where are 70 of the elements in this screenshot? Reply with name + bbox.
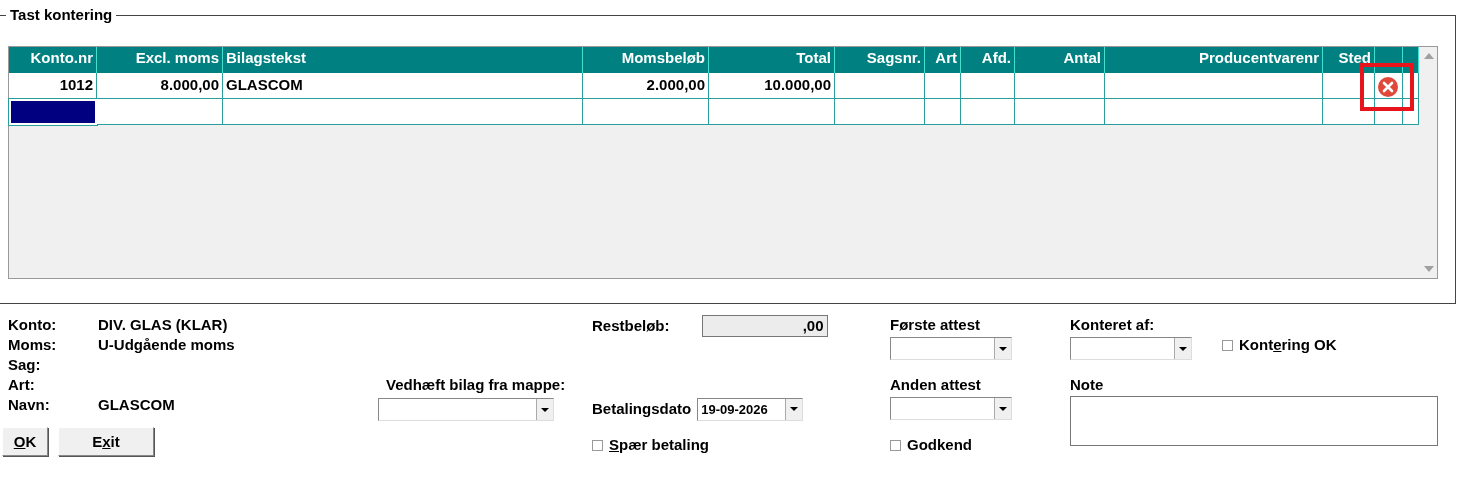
checkbox[interactable] (890, 439, 901, 451)
table-cell[interactable]: GLASCOM (223, 73, 583, 99)
table-cell[interactable] (835, 99, 925, 125)
checkbox-label[interactable]: Godkend (907, 436, 972, 454)
table-cell[interactable]: 10.000,00 (709, 73, 835, 99)
field-label: Betalingsdato (592, 400, 692, 418)
field-label: Konto: (8, 316, 58, 335)
caret-icon (1179, 346, 1187, 351)
table-cell[interactable] (583, 99, 709, 125)
field-label: Art: (8, 376, 36, 395)
user-dropdown[interactable] (1070, 337, 1192, 360)
exit-button[interactable]: Exit (58, 427, 154, 456)
field-label: Konteret af: (1070, 316, 1156, 335)
table-cell[interactable] (961, 73, 1015, 99)
table-cell[interactable] (1015, 99, 1105, 125)
column-header[interactable]: Momsbeløb (583, 47, 709, 73)
field-value: GLASCOM (98, 396, 176, 415)
attest-dropdown[interactable] (890, 397, 1012, 420)
table-cell[interactable] (709, 99, 835, 125)
table-cell[interactable] (925, 73, 961, 99)
checkbox-label[interactable]: Kontering OK (1239, 336, 1337, 354)
table-cell[interactable] (97, 99, 223, 125)
checkbox[interactable] (592, 439, 603, 451)
scroll-up-icon[interactable] (1424, 53, 1434, 59)
field-label: Moms: (8, 336, 58, 355)
table-cell[interactable] (1323, 73, 1375, 99)
field-value: U-Udgående moms (98, 336, 236, 355)
table-cell[interactable]: 2.000,00 (583, 73, 709, 99)
attest-dropdown[interactable] (890, 337, 1012, 360)
field-label: Sag: (8, 356, 42, 375)
column-header[interactable]: Excl. moms (97, 47, 223, 73)
table-cell[interactable] (925, 99, 961, 125)
note-field[interactable] (1070, 396, 1438, 446)
field-label: Anden attest (890, 376, 982, 395)
table-cell[interactable] (223, 99, 583, 125)
amount-field[interactable]: ,00 (701, 315, 828, 337)
field-label: Første attest (890, 316, 982, 335)
column-header[interactable]: Antal (1015, 47, 1105, 73)
caret-icon (999, 346, 1007, 351)
column-header[interactable]: Bilagstekst (223, 47, 583, 73)
checkbox-label[interactable]: Spær betaling (609, 436, 710, 454)
table-cell[interactable] (961, 99, 1015, 125)
ok-button[interactable]: OK (2, 427, 48, 456)
caret-icon (790, 407, 799, 411)
column-header[interactable]: Sted (1323, 47, 1375, 73)
caret-icon (999, 406, 1007, 411)
field-value: DIV. GLAS (KLAR) (98, 316, 229, 335)
table-cell[interactable] (1105, 73, 1323, 99)
checkbox[interactable] (1222, 339, 1233, 351)
folder-dropdown[interactable] (378, 398, 554, 421)
table-cell[interactable]: 8.000,00 (97, 73, 223, 99)
table-cell[interactable] (1105, 99, 1323, 125)
table-cell[interactable] (1323, 99, 1375, 125)
table-cell[interactable]: 1012 (9, 73, 97, 99)
scroll-down-icon[interactable] (1424, 266, 1434, 272)
column-header[interactable]: Art (925, 47, 961, 73)
date-dropdown[interactable]: 19-09-2026 (697, 397, 804, 421)
column-header[interactable]: Konto.nr (9, 47, 97, 73)
field-label: Vedhæft bilag fra mappe: (386, 376, 567, 395)
field-label: Restbeløb: (592, 317, 670, 335)
column-header[interactable]: Total (709, 47, 835, 73)
field-label: Navn: (8, 396, 51, 415)
table-cell[interactable] (835, 73, 925, 99)
caret-icon (541, 407, 549, 412)
column-header[interactable]: Afd. (961, 47, 1015, 73)
field-label: Note (1070, 376, 1105, 395)
column-header[interactable]: Sagsnr. (835, 47, 925, 73)
table-cell[interactable] (1015, 73, 1105, 99)
group-title: Tast kontering (10, 7, 113, 23)
column-header[interactable]: Producentvarenr (1105, 47, 1323, 73)
